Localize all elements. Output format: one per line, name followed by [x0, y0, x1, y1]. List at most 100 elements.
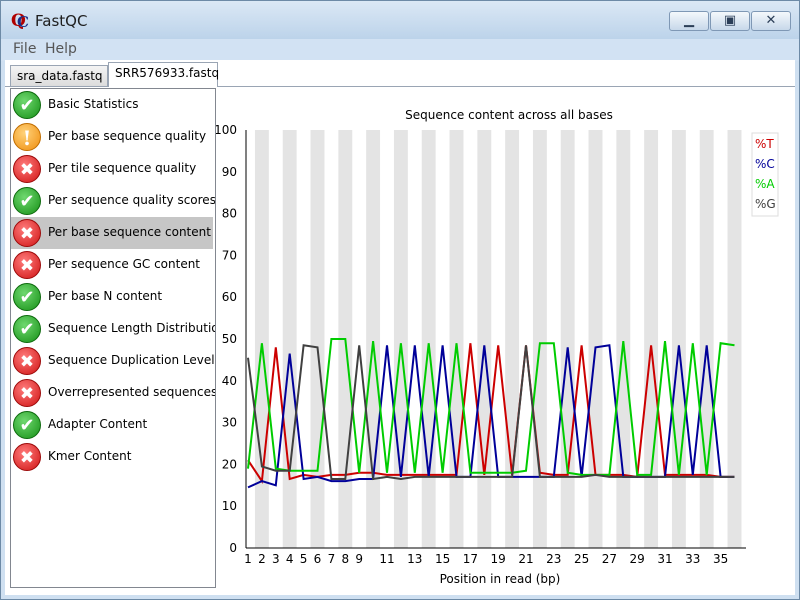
y-tick-label: 90	[222, 165, 237, 179]
x-tick-label: 21	[518, 552, 533, 566]
module-label: Adapter Content	[48, 417, 148, 431]
tab-srr576933[interactable]: SRR576933.fastq	[108, 62, 219, 87]
grid-band	[588, 130, 603, 548]
pass-check-icon: ✔	[13, 187, 41, 215]
grid-band	[310, 130, 325, 548]
fail-cross-icon: ✖	[13, 219, 41, 247]
x-tick-label: 35	[713, 552, 728, 566]
minimize-button[interactable]: ▁	[669, 11, 709, 31]
x-axis-label: Position in read (bp)	[440, 572, 561, 586]
sequence-content-chart: Sequence content across all bases 0 10 20 30…	[214, 88, 794, 588]
module-item[interactable]: ✖ Per tile sequence quality	[11, 153, 213, 185]
x-tick-label: 8	[341, 552, 349, 566]
y-tick-label: 80	[222, 207, 237, 221]
y-tick-label: 70	[222, 248, 237, 262]
grid-band	[477, 130, 492, 548]
tab-sra-data[interactable]: sra_data.fastq	[10, 65, 108, 86]
module-item[interactable]: ✔ Basic Statistics	[11, 89, 213, 121]
fail-cross-icon: ✖	[13, 443, 41, 471]
module-item[interactable]: ✔ Adapter Content	[11, 409, 213, 441]
pass-check-icon: ✔	[13, 91, 41, 119]
module-label: Sequence Duplication Levels	[48, 353, 216, 367]
grid-band	[393, 130, 408, 548]
y-tick-label: 50	[222, 332, 237, 346]
legend-entry: %A	[755, 177, 775, 191]
x-tick-label: 13	[407, 552, 422, 566]
y-tick-label: 20	[222, 457, 237, 471]
module-label: Per base N content	[48, 289, 163, 303]
module-item[interactable]: ✔ Per sequence quality scores	[11, 185, 215, 217]
grid-band	[505, 130, 520, 548]
module-label: Overrepresented sequences	[48, 385, 216, 399]
menu-bar: File Help	[1, 39, 799, 61]
module-item[interactable]: ✔ Per base N content	[11, 281, 213, 313]
module-item[interactable]: ! Per base sequence quality	[11, 121, 213, 153]
fail-cross-icon: ✖	[13, 347, 41, 375]
fastqc-logo-icon: QC	[11, 11, 29, 31]
pass-check-icon: ✔	[13, 411, 41, 439]
y-tick-label: 0	[229, 541, 237, 555]
x-tick-label: 9	[355, 552, 363, 566]
fail-cross-icon: ✖	[13, 155, 41, 183]
grid-band	[254, 130, 269, 548]
x-tick-label: 4	[286, 552, 294, 566]
module-label: Per base sequence quality	[48, 129, 207, 143]
x-tick-label: 17	[463, 552, 478, 566]
x-tick-label: 29	[630, 552, 645, 566]
grid-band	[366, 130, 381, 548]
x-tick-label: 27	[602, 552, 617, 566]
maximize-button[interactable]: ▣	[710, 11, 750, 31]
grid-band	[421, 130, 436, 548]
grid-band	[282, 130, 297, 548]
window-title: FastQC	[35, 12, 88, 30]
x-tick-label: 11	[379, 552, 394, 566]
menu-file[interactable]: File	[13, 41, 36, 57]
module-item[interactable]: ✖ Per sequence GC content	[11, 249, 213, 281]
fail-cross-icon: ✖	[13, 251, 41, 279]
grid-band	[699, 130, 714, 548]
chart-svg: Sequence content across all bases 0 10 20 30…	[214, 108, 779, 586]
grid-band	[616, 130, 631, 548]
legend-entry: %T	[755, 137, 774, 151]
pass-check-icon: ✔	[13, 315, 41, 343]
fail-cross-icon: ✖	[13, 379, 41, 407]
y-tick-label: 10	[222, 499, 237, 513]
x-tick-label: 23	[546, 552, 561, 566]
grid-band	[449, 130, 464, 548]
grid-band	[532, 130, 547, 548]
y-tick-label: 30	[222, 416, 237, 430]
legend-entry: %G	[755, 197, 776, 211]
x-tick-label: 2	[258, 552, 266, 566]
menu-help[interactable]: Help	[45, 41, 77, 57]
module-label: Basic Statistics	[48, 97, 139, 111]
title-bar[interactable]: QC FastQC ▁ ▣ ✕	[1, 1, 799, 39]
module-item[interactable]: ✖ Per base sequence content	[11, 217, 213, 249]
x-tick-label: 19	[491, 552, 506, 566]
x-tick-label: 31	[657, 552, 672, 566]
module-label: Per tile sequence quality	[48, 161, 197, 175]
chart-title: Sequence content across all bases	[405, 108, 613, 122]
x-tick-label: 7	[328, 552, 336, 566]
x-tick-label: 25	[574, 552, 589, 566]
grid-band	[671, 130, 686, 548]
module-label: Per sequence GC content	[48, 257, 201, 271]
legend-entry: %C	[755, 157, 775, 171]
module-item[interactable]: ✖ Kmer Content	[11, 441, 213, 473]
close-button[interactable]: ✕	[751, 11, 791, 31]
module-item[interactable]: ✖ Overrepresented sequences	[11, 377, 216, 409]
pass-check-icon: ✔	[13, 283, 41, 311]
x-tick-label: 1	[244, 552, 252, 566]
y-tick-label: 40	[222, 374, 237, 388]
grid-band	[727, 130, 742, 548]
module-item[interactable]: ✔ Sequence Length Distribution	[11, 313, 215, 345]
y-tick-label: 100	[216, 123, 237, 137]
minimize-icon: ▁	[684, 13, 694, 28]
y-tick-label: 60	[222, 290, 237, 304]
x-tick-label: 5	[300, 552, 308, 566]
grid-band	[644, 130, 659, 548]
module-item[interactable]: ✖ Sequence Duplication Levels	[11, 345, 216, 377]
module-label: Per base sequence content	[48, 225, 211, 239]
x-tick-label: 33	[685, 552, 700, 566]
module-list: ✔ Basic Statistics ! Per base sequence qual…	[10, 88, 216, 588]
module-label: Kmer Content	[48, 449, 132, 463]
